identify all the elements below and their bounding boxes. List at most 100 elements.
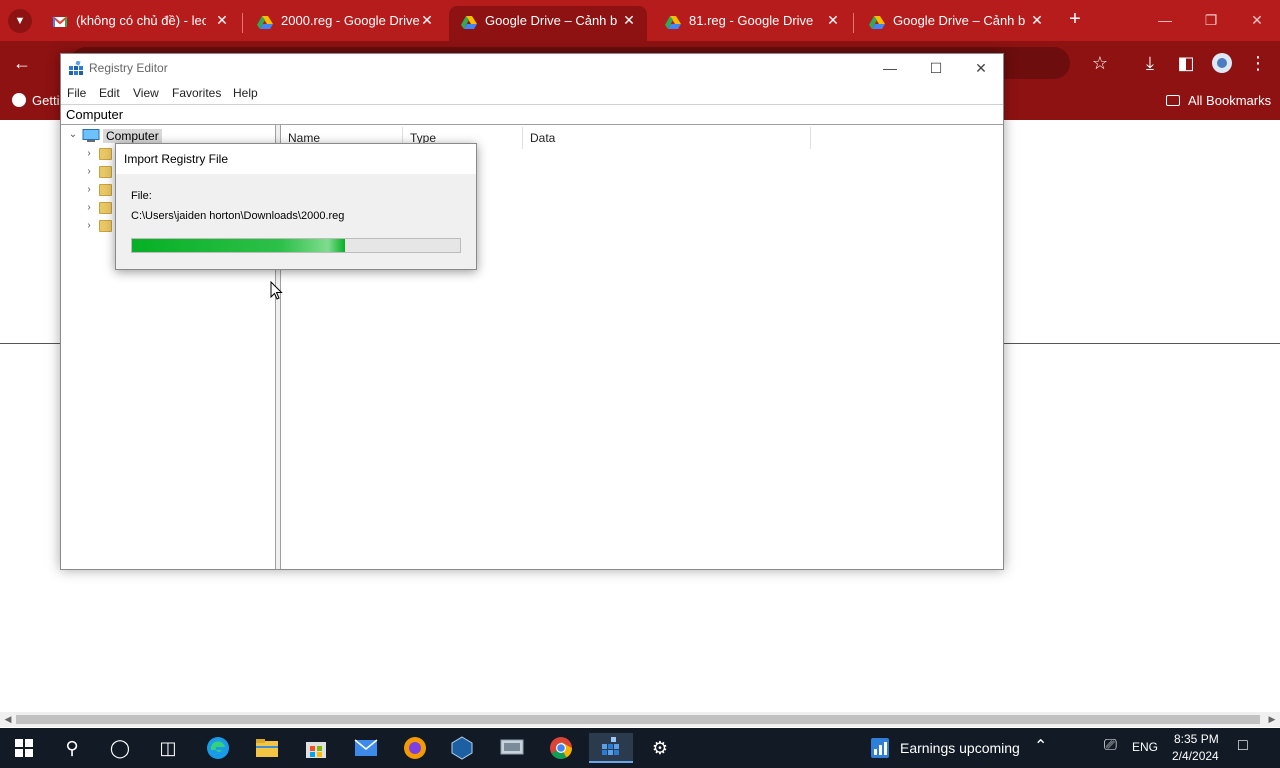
new-tab-icon[interactable]: +	[1065, 9, 1085, 31]
maximize-icon[interactable]: ☐	[913, 54, 959, 84]
chrome-icon[interactable]	[541, 733, 581, 763]
menu-edit[interactable]: Edit	[99, 86, 120, 100]
task-view-icon[interactable]: ◫	[148, 733, 188, 763]
tab-close-icon[interactable]: ✕	[825, 12, 841, 28]
clock-time[interactable]: 8:35 PM	[1174, 732, 1219, 746]
menu-favorites[interactable]: Favorites	[172, 86, 221, 100]
microsoft-store-icon[interactable]	[296, 733, 336, 763]
cortana-icon[interactable]: ◯	[100, 733, 140, 763]
chevron-right-icon[interactable]: ›	[83, 184, 95, 196]
tab-title: Google Drive – Cảnh báo	[893, 13, 1025, 28]
menu-kebab-icon[interactable]: ⋮	[1246, 51, 1270, 75]
mouse-pointer-icon	[270, 281, 283, 300]
google-drive-icon	[665, 16, 681, 29]
browser-restore-icon[interactable]: ❐	[1199, 8, 1223, 32]
tab-drive-warning[interactable]: Google Drive – Cảnh báo ✕	[857, 6, 1055, 41]
network-icon[interactable]: ⎚	[1104, 737, 1117, 755]
folder-icon	[99, 148, 112, 160]
chevron-right-icon[interactable]: ›	[83, 220, 95, 232]
tab-title: Google Drive – Cảnh báo	[485, 13, 617, 28]
tab-close-icon[interactable]: ✕	[214, 12, 230, 28]
tab-title: 2000.reg - Google Drive	[281, 13, 420, 28]
tab-close-icon[interactable]: ✕	[621, 12, 637, 28]
chrome-logo-icon	[12, 93, 26, 107]
google-drive-icon	[461, 16, 477, 29]
progress-fill	[132, 239, 346, 252]
folder-icon	[99, 220, 112, 232]
browser-tab-strip: ▼ (không có chủ đề) - leco ✕ 2000.reg - …	[0, 0, 1280, 41]
chevron-right-icon[interactable]: ›	[83, 166, 95, 178]
regedit-titlebar[interactable]: Registry Editor — ☐ ✕	[61, 54, 1003, 84]
folder-icon	[99, 166, 112, 178]
all-bookmarks-button[interactable]: All Bookmarks	[1166, 93, 1271, 108]
file-path: C:\Users\jaiden horton\Downloads\2000.re…	[131, 210, 345, 222]
menu-view[interactable]: View	[133, 86, 159, 100]
tab-search-icon[interactable]: ▼	[8, 9, 32, 33]
minimize-icon[interactable]: —	[867, 54, 913, 84]
clock-date[interactable]: 2/4/2024	[1172, 749, 1219, 763]
weather-widget-text[interactable]: Earnings upcoming	[900, 740, 1020, 756]
registry-editor-icon	[69, 61, 83, 75]
input-language[interactable]: ENG	[1132, 740, 1158, 754]
registry-editor-window: Registry Editor — ☐ ✕ File Edit View Fav…	[60, 53, 1004, 570]
tab-81-reg[interactable]: 81.reg - Google Drive ✕	[653, 6, 851, 41]
virtualbox-icon[interactable]	[442, 733, 482, 763]
show-hidden-icons-icon[interactable]: ⌃	[1034, 736, 1047, 756]
tab-close-icon[interactable]: ✕	[419, 12, 435, 28]
tree-node-label: Computer	[103, 129, 162, 143]
tab-2000-reg[interactable]: 2000.reg - Google Drive ✕	[245, 6, 445, 41]
tab-title: 81.reg - Google Drive	[689, 13, 814, 28]
dialog-title: Import Registry File	[124, 152, 229, 166]
windows-taskbar: ⚲ ◯ ◫ ⚙ Earnings upcoming ⌃ ⎚ ENG 8:35 P…	[0, 728, 1280, 768]
menu-file[interactable]: File	[67, 86, 86, 100]
bookmark-getting-started[interactable]: Getti	[12, 93, 59, 108]
google-drive-icon	[869, 16, 885, 29]
tab-separator	[853, 13, 854, 33]
stock-widget-icon[interactable]	[870, 737, 890, 759]
computer-icon	[82, 129, 100, 142]
regedit-address-bar[interactable]: Computer	[61, 104, 1003, 125]
google-drive-icon	[257, 16, 273, 29]
profile-avatar-icon[interactable]	[1210, 51, 1234, 75]
registry-editor-taskbar-icon[interactable]	[589, 733, 633, 763]
back-arrow-icon[interactable]: ←	[10, 51, 34, 75]
file-label: File:	[131, 190, 152, 202]
regedit-menu-bar: File Edit View Favorites Help	[61, 84, 1003, 104]
tab-close-icon[interactable]: ✕	[1029, 12, 1045, 28]
chevron-down-icon[interactable]: ⌄	[67, 129, 79, 141]
column-header-data[interactable]: Data	[523, 127, 811, 149]
bookmark-star-icon[interactable]: ☆	[1088, 51, 1112, 75]
notification-icon[interactable]: □	[1238, 737, 1248, 755]
tab-gmail[interactable]: (không có chủ đề) - leco ✕	[40, 6, 240, 41]
dialog-titlebar[interactable]: Import Registry File	[116, 144, 476, 174]
tab-drive-warning-active[interactable]: Google Drive – Cảnh báo ✕	[449, 6, 647, 41]
folder-icon	[99, 184, 112, 196]
import-registry-dialog: Import Registry File File: C:\Users\jaid…	[115, 143, 477, 270]
mail-icon[interactable]	[346, 733, 386, 763]
edge-icon[interactable]	[198, 733, 238, 763]
scrollbar-thumb[interactable]	[16, 715, 1260, 724]
import-progress-bar	[131, 238, 461, 253]
gmail-icon	[52, 16, 68, 27]
browser-close-icon[interactable]: ✕	[1245, 8, 1269, 32]
settings-gear-icon[interactable]: ⚙	[640, 733, 680, 763]
horizontal-scrollbar[interactable]: ◀ ▶	[0, 712, 1280, 727]
scroll-left-icon[interactable]: ◀	[2, 713, 14, 725]
avast-browser-icon[interactable]	[395, 733, 435, 763]
file-explorer-icon[interactable]	[247, 733, 287, 763]
windows-start-icon[interactable]	[4, 733, 44, 763]
close-icon[interactable]: ✕	[958, 54, 1004, 84]
chevron-right-icon[interactable]: ›	[83, 148, 95, 160]
tab-separator	[242, 13, 243, 33]
tab-title: (không có chủ đề) - leco	[76, 13, 206, 28]
window-title: Registry Editor	[89, 61, 168, 75]
folder-icon	[1166, 95, 1180, 106]
scroll-right-icon[interactable]: ▶	[1266, 713, 1278, 725]
chevron-right-icon[interactable]: ›	[83, 202, 95, 214]
search-icon[interactable]: ⚲	[52, 733, 92, 763]
side-panel-icon[interactable]: ◧	[1174, 51, 1198, 75]
menu-help[interactable]: Help	[233, 86, 258, 100]
network-manager-icon[interactable]	[492, 733, 532, 763]
browser-minimize-icon[interactable]: —	[1153, 8, 1177, 32]
download-icon[interactable]: ⤓	[1138, 51, 1162, 75]
